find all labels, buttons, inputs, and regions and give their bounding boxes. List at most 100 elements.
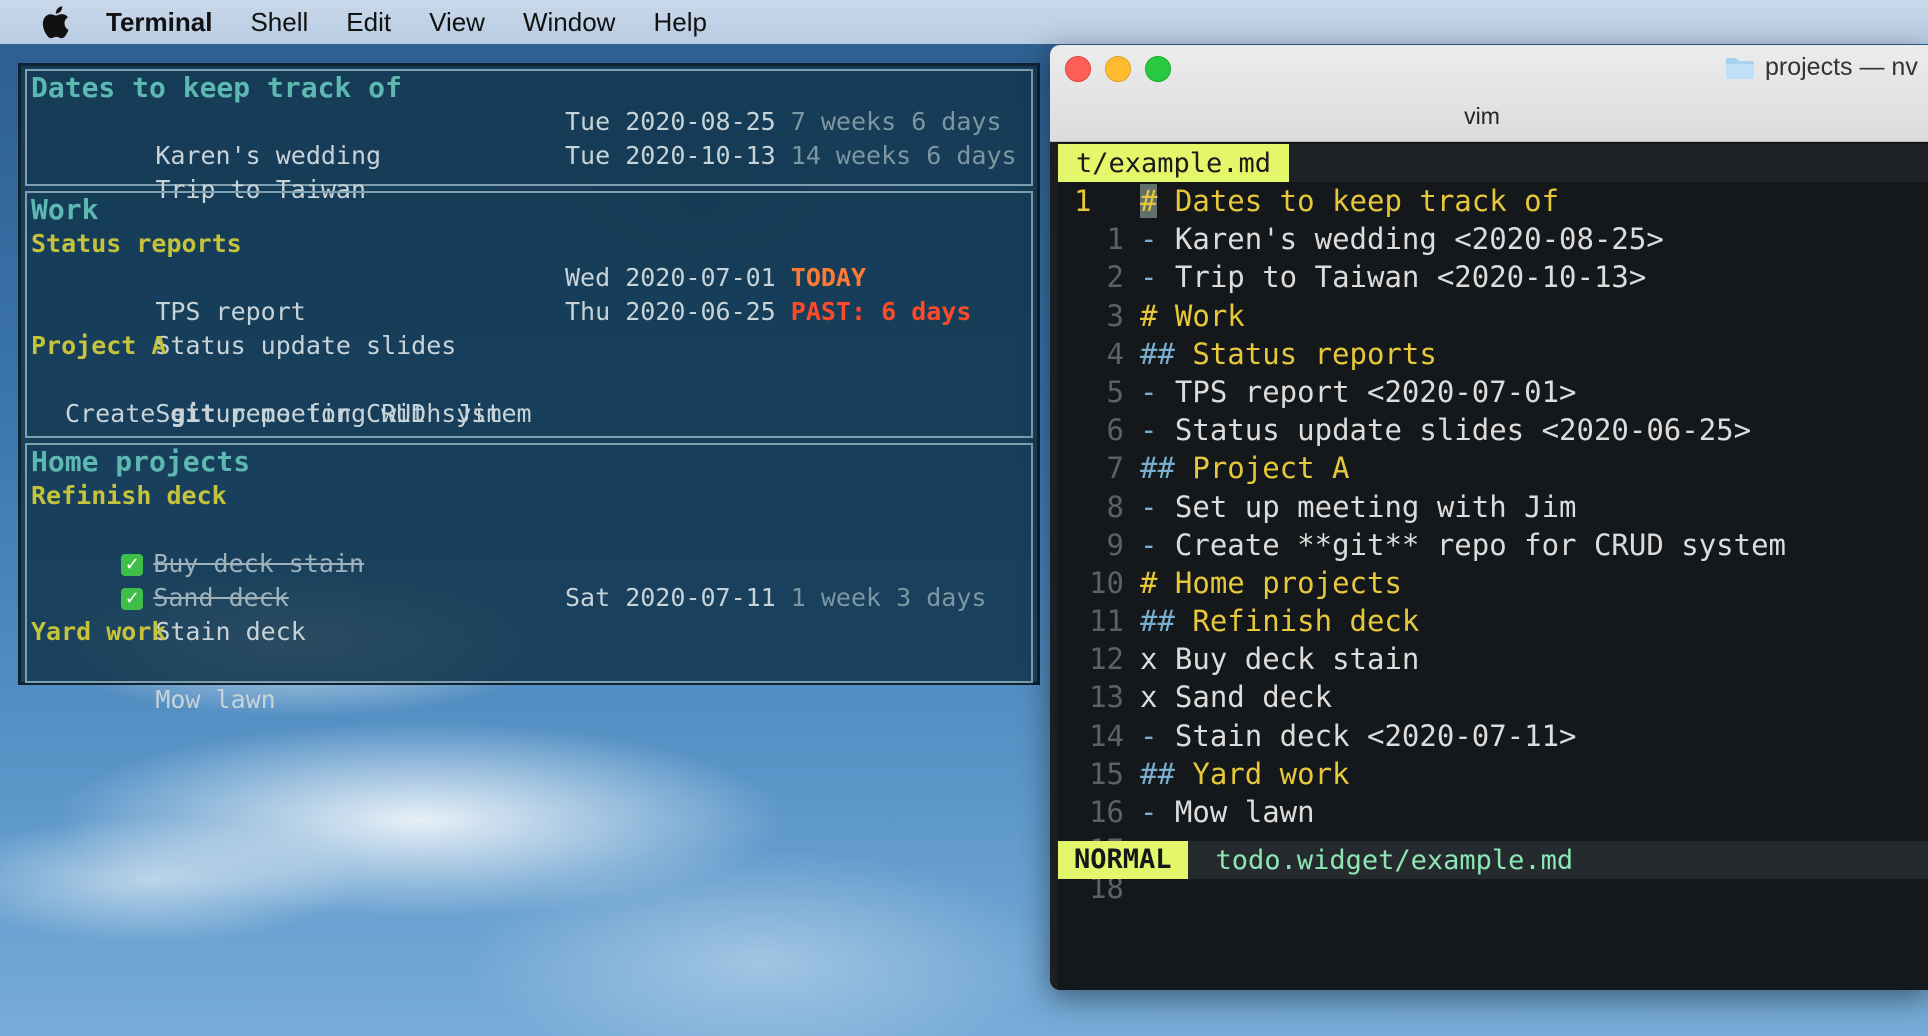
buffer-line: 14- Stain deck <2020-07-11> — [1058, 717, 1928, 755]
item-relative-time: 7 weeks 6 days — [790, 107, 1002, 136]
line-text: Karen's wedding <2020-08-25> — [1157, 222, 1664, 257]
item-relative-time: 14 weeks 6 days — [790, 141, 1017, 170]
line-text: Sand deck — [1157, 680, 1333, 715]
line-text: Buy deck stain — [1157, 642, 1420, 677]
item-date: Wed 2020-07-01 — [565, 263, 776, 292]
line-marker: - — [1140, 527, 1158, 562]
line-number: 5 — [1106, 374, 1124, 409]
line-text: Mow lawn — [1157, 795, 1315, 829]
item-text-pre: Create — [65, 399, 171, 428]
line-text: Create **git** repo for CRUD system — [1157, 527, 1787, 562]
zoom-button[interactable] — [1145, 56, 1171, 82]
line-number: 14 — [1089, 718, 1124, 753]
buffer-line: 5- TPS report <2020-07-01> — [1058, 373, 1928, 411]
current-line-number: 1 — [1074, 184, 1092, 218]
line-number: 8 — [1106, 489, 1124, 524]
line-text: Project A — [1174, 451, 1350, 486]
line-marker: ## — [1140, 756, 1175, 791]
list-item-done: ✓ Buy deck stain — [27, 513, 1031, 578]
line-marker: - — [1140, 413, 1158, 448]
tab-example-md[interactable]: t/example.md — [1058, 144, 1290, 182]
line-text: Stain deck <2020-07-11> — [1157, 718, 1577, 753]
subsection-heading: Yard work — [31, 617, 167, 646]
line-marker: ## — [1140, 604, 1175, 639]
item-text-bold: git — [170, 399, 216, 428]
line-marker: x — [1140, 680, 1158, 715]
line-text: Home projects — [1157, 565, 1402, 600]
buffer-line: 4 ## Status reports — [1058, 335, 1928, 373]
line-number: 16 — [1089, 795, 1124, 829]
vim-statusline: NORMAL todo.widget/example.md — [1058, 841, 1928, 879]
line-number: 15 — [1089, 756, 1124, 791]
buffer-line: 16- Mow lawn — [1058, 793, 1928, 831]
subsection-heading: Project A — [31, 331, 167, 360]
line-number: 2 — [1106, 260, 1124, 295]
mode-indicator: NORMAL — [1058, 841, 1188, 879]
widget-section-work: Work Status reports TPS report Wed 2020-… — [25, 191, 1033, 438]
apple-logo-icon[interactable] — [40, 5, 74, 39]
menu-app-name[interactable]: Terminal — [106, 7, 212, 38]
line-number: 11 — [1089, 604, 1124, 639]
section-heading: Dates to keep track of — [31, 71, 402, 104]
item-today-badge: TODAY — [790, 263, 867, 292]
window-title: projects — nv — [1725, 53, 1918, 82]
widget-section-home: Home projects Refinish deck ✓ Buy deck st… — [25, 443, 1033, 714]
buffer-line: 12 x Buy deck stain — [1058, 640, 1928, 678]
window-titlebar[interactable]: projects — nv vim — [1050, 45, 1928, 142]
terminal-window[interactable]: projects — nv vim t/example.md 1 # Dates … — [1050, 45, 1928, 990]
folder-icon — [1726, 57, 1754, 79]
widget-section-dates: Dates to keep track of Karen's wedding T… — [25, 69, 1033, 204]
cursor: # — [1140, 184, 1158, 218]
line-marker: ## — [1140, 336, 1175, 371]
section-heading: Work — [31, 193, 99, 226]
item-text: Mow lawn — [155, 685, 276, 714]
line-text: Refinish deck — [1174, 604, 1420, 639]
menu-window[interactable]: Window — [523, 7, 615, 38]
subsection-heading: Status reports — [31, 229, 242, 258]
status-filename: todo.widget/example.md — [1215, 844, 1574, 876]
section-heading: Home projects — [31, 445, 251, 478]
line-marker: - — [1140, 222, 1158, 257]
line-text: Yard work — [1174, 756, 1350, 791]
line-text: TPS report <2020-07-01> — [1157, 374, 1577, 409]
menu-help[interactable]: Help — [653, 7, 706, 38]
line-marker: ## — [1140, 451, 1175, 486]
line-marker: - — [1140, 260, 1158, 295]
subtitle-text: vim — [1464, 103, 1500, 129]
item-date: Thu 2020-06-25 — [565, 297, 776, 326]
vim-editor[interactable]: t/example.md 1 # Dates to keep track of 1… — [1058, 142, 1928, 990]
item-date: Tue 2020-10-13 — [565, 141, 776, 170]
subsection-heading: Refinish deck — [31, 481, 227, 510]
line-number: 12 — [1089, 642, 1124, 677]
item-text-post: repo for CRUD system — [215, 399, 532, 428]
list-item: Mow lawn — [27, 649, 1031, 714]
line-text: Trip to Taiwan <2020-10-13> — [1157, 260, 1647, 295]
buffer-line: 11 ## Refinish deck — [1058, 602, 1928, 640]
line-number: 1 — [1106, 222, 1124, 257]
item-date: Sat 2020-07-11 — [565, 583, 776, 612]
line-text: Work — [1157, 298, 1245, 333]
list-item: Trip to Taiwan Tue 2020-10-13 14 weeks 6… — [27, 139, 1031, 204]
list-item: Karen's wedding Tue 2020-08-25 7 weeks 6… — [27, 105, 1031, 170]
buffer-line: 1 # Dates to keep track of — [1058, 182, 1928, 220]
menu-view[interactable]: View — [429, 7, 485, 38]
line-marker: # — [1140, 298, 1158, 333]
buffer-line: 1- Karen's wedding <2020-08-25> — [1058, 220, 1928, 258]
minimize-button[interactable] — [1105, 56, 1131, 82]
vim-buffer[interactable]: 1 # Dates to keep track of 1- Karen's wed… — [1058, 182, 1928, 908]
line-number: 13 — [1089, 680, 1124, 715]
buffer-line: 10 # Home projects — [1058, 564, 1928, 602]
line-number: 10 — [1089, 565, 1124, 600]
close-button[interactable] — [1065, 56, 1091, 82]
menu-shell[interactable]: Shell — [250, 7, 308, 38]
line-number: 4 — [1106, 336, 1124, 371]
buffer-line: 9- Create **git** repo for CRUD system — [1058, 526, 1928, 564]
buffer-line: 7 ## Project A — [1058, 449, 1928, 487]
todo-widget: Dates to keep track of Karen's wedding T… — [18, 63, 1040, 714]
list-item-done: ✓ Sand deck — [27, 547, 1031, 612]
window-subtitle: vim — [1050, 103, 1928, 130]
item-date: Tue 2020-08-25 — [565, 107, 776, 136]
line-text: Status reports — [1174, 336, 1437, 371]
menu-bar: Terminal Shell Edit View Window Help — [0, 0, 1928, 44]
menu-edit[interactable]: Edit — [346, 7, 391, 38]
